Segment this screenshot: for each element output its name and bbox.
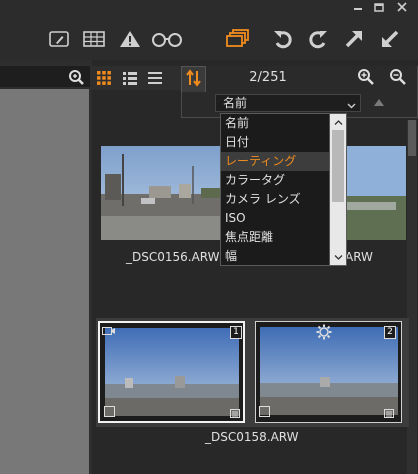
select-checkbox[interactable] — [259, 406, 270, 417]
video-camera-icon — [102, 326, 115, 339]
grid-icon[interactable] — [81, 26, 107, 52]
sort-dropdown-list[interactable]: 名前 日付 レーティング カラータグ カメラ レンズ ISO 焦点距離幅 — [220, 113, 347, 266]
close-icon[interactable] — [393, 1, 411, 13]
grid-view-icon[interactable] — [95, 69, 113, 87]
dropdown-scrollbar[interactable] — [329, 114, 346, 265]
list-view-icon[interactable] — [121, 69, 139, 87]
export-arrow-icon[interactable] — [341, 26, 367, 52]
edit-icon[interactable] — [46, 26, 72, 52]
detail-view-icon[interactable] — [146, 69, 164, 87]
rotate-left-icon[interactable] — [270, 26, 296, 52]
scrollbar-thumb[interactable] — [408, 120, 416, 156]
thumbnail-caption: _DSC0156.ARW — [126, 250, 220, 264]
sort-select-value: 名前 — [223, 96, 248, 110]
search-icon[interactable] — [68, 69, 84, 85]
gear-icon — [316, 324, 332, 343]
stack-icon[interactable] — [225, 26, 251, 52]
dropdown-scroll-thumb[interactable] — [332, 130, 344, 202]
info-icon[interactable] — [384, 407, 394, 421]
top-toolbar — [0, 0, 418, 60]
sort-order-icon — [185, 69, 202, 90]
image-counter: 2/251 — [249, 70, 287, 85]
glasses-icon[interactable] — [150, 26, 184, 52]
chevron-down-icon — [347, 98, 356, 109]
sort-option[interactable]: 日付 — [221, 133, 329, 152]
group-caption: _DSC0158.ARW — [205, 430, 299, 444]
sort-option[interactable]: ISO — [221, 209, 329, 228]
chevron-up-icon[interactable] — [330, 115, 346, 129]
restore-icon[interactable] — [370, 1, 388, 13]
chevron-down-icon[interactable] — [330, 250, 346, 264]
zoom-in-icon[interactable] — [357, 68, 375, 86]
sort-toggle-button[interactable] — [181, 66, 206, 92]
import-arrow-icon[interactable] — [377, 26, 403, 52]
zoom-out-icon[interactable] — [389, 68, 407, 86]
left-content-area — [0, 89, 89, 474]
minimize-icon[interactable] — [349, 1, 367, 13]
rotate-right-icon[interactable] — [305, 26, 331, 52]
thumbnail-caption: ARW — [345, 250, 373, 264]
sort-direction-button[interactable] — [366, 94, 392, 112]
thumbnail-image — [105, 328, 239, 419]
sort-option[interactable]: カラータグ — [221, 171, 329, 190]
warning-icon[interactable] — [117, 26, 143, 52]
sort-select[interactable]: 名前 — [215, 94, 361, 112]
sort-option[interactable]: 幅 — [221, 247, 329, 266]
thumbnail-card[interactable]: 1 — [98, 321, 245, 423]
select-checkbox[interactable] — [104, 406, 115, 417]
sort-option[interactable]: カメラ レンズ — [221, 190, 329, 209]
triangle-up-icon — [373, 96, 385, 110]
sort-option[interactable]: 名前 — [221, 114, 329, 133]
group-badge: 2 — [384, 326, 396, 339]
sort-option[interactable]: レーティング — [221, 152, 329, 171]
group-badge: 1 — [230, 326, 242, 339]
info-icon[interactable] — [230, 407, 240, 421]
sort-option[interactable]: 焦点距離 — [221, 228, 329, 247]
thumbnail-card[interactable]: 2 — [255, 321, 402, 423]
